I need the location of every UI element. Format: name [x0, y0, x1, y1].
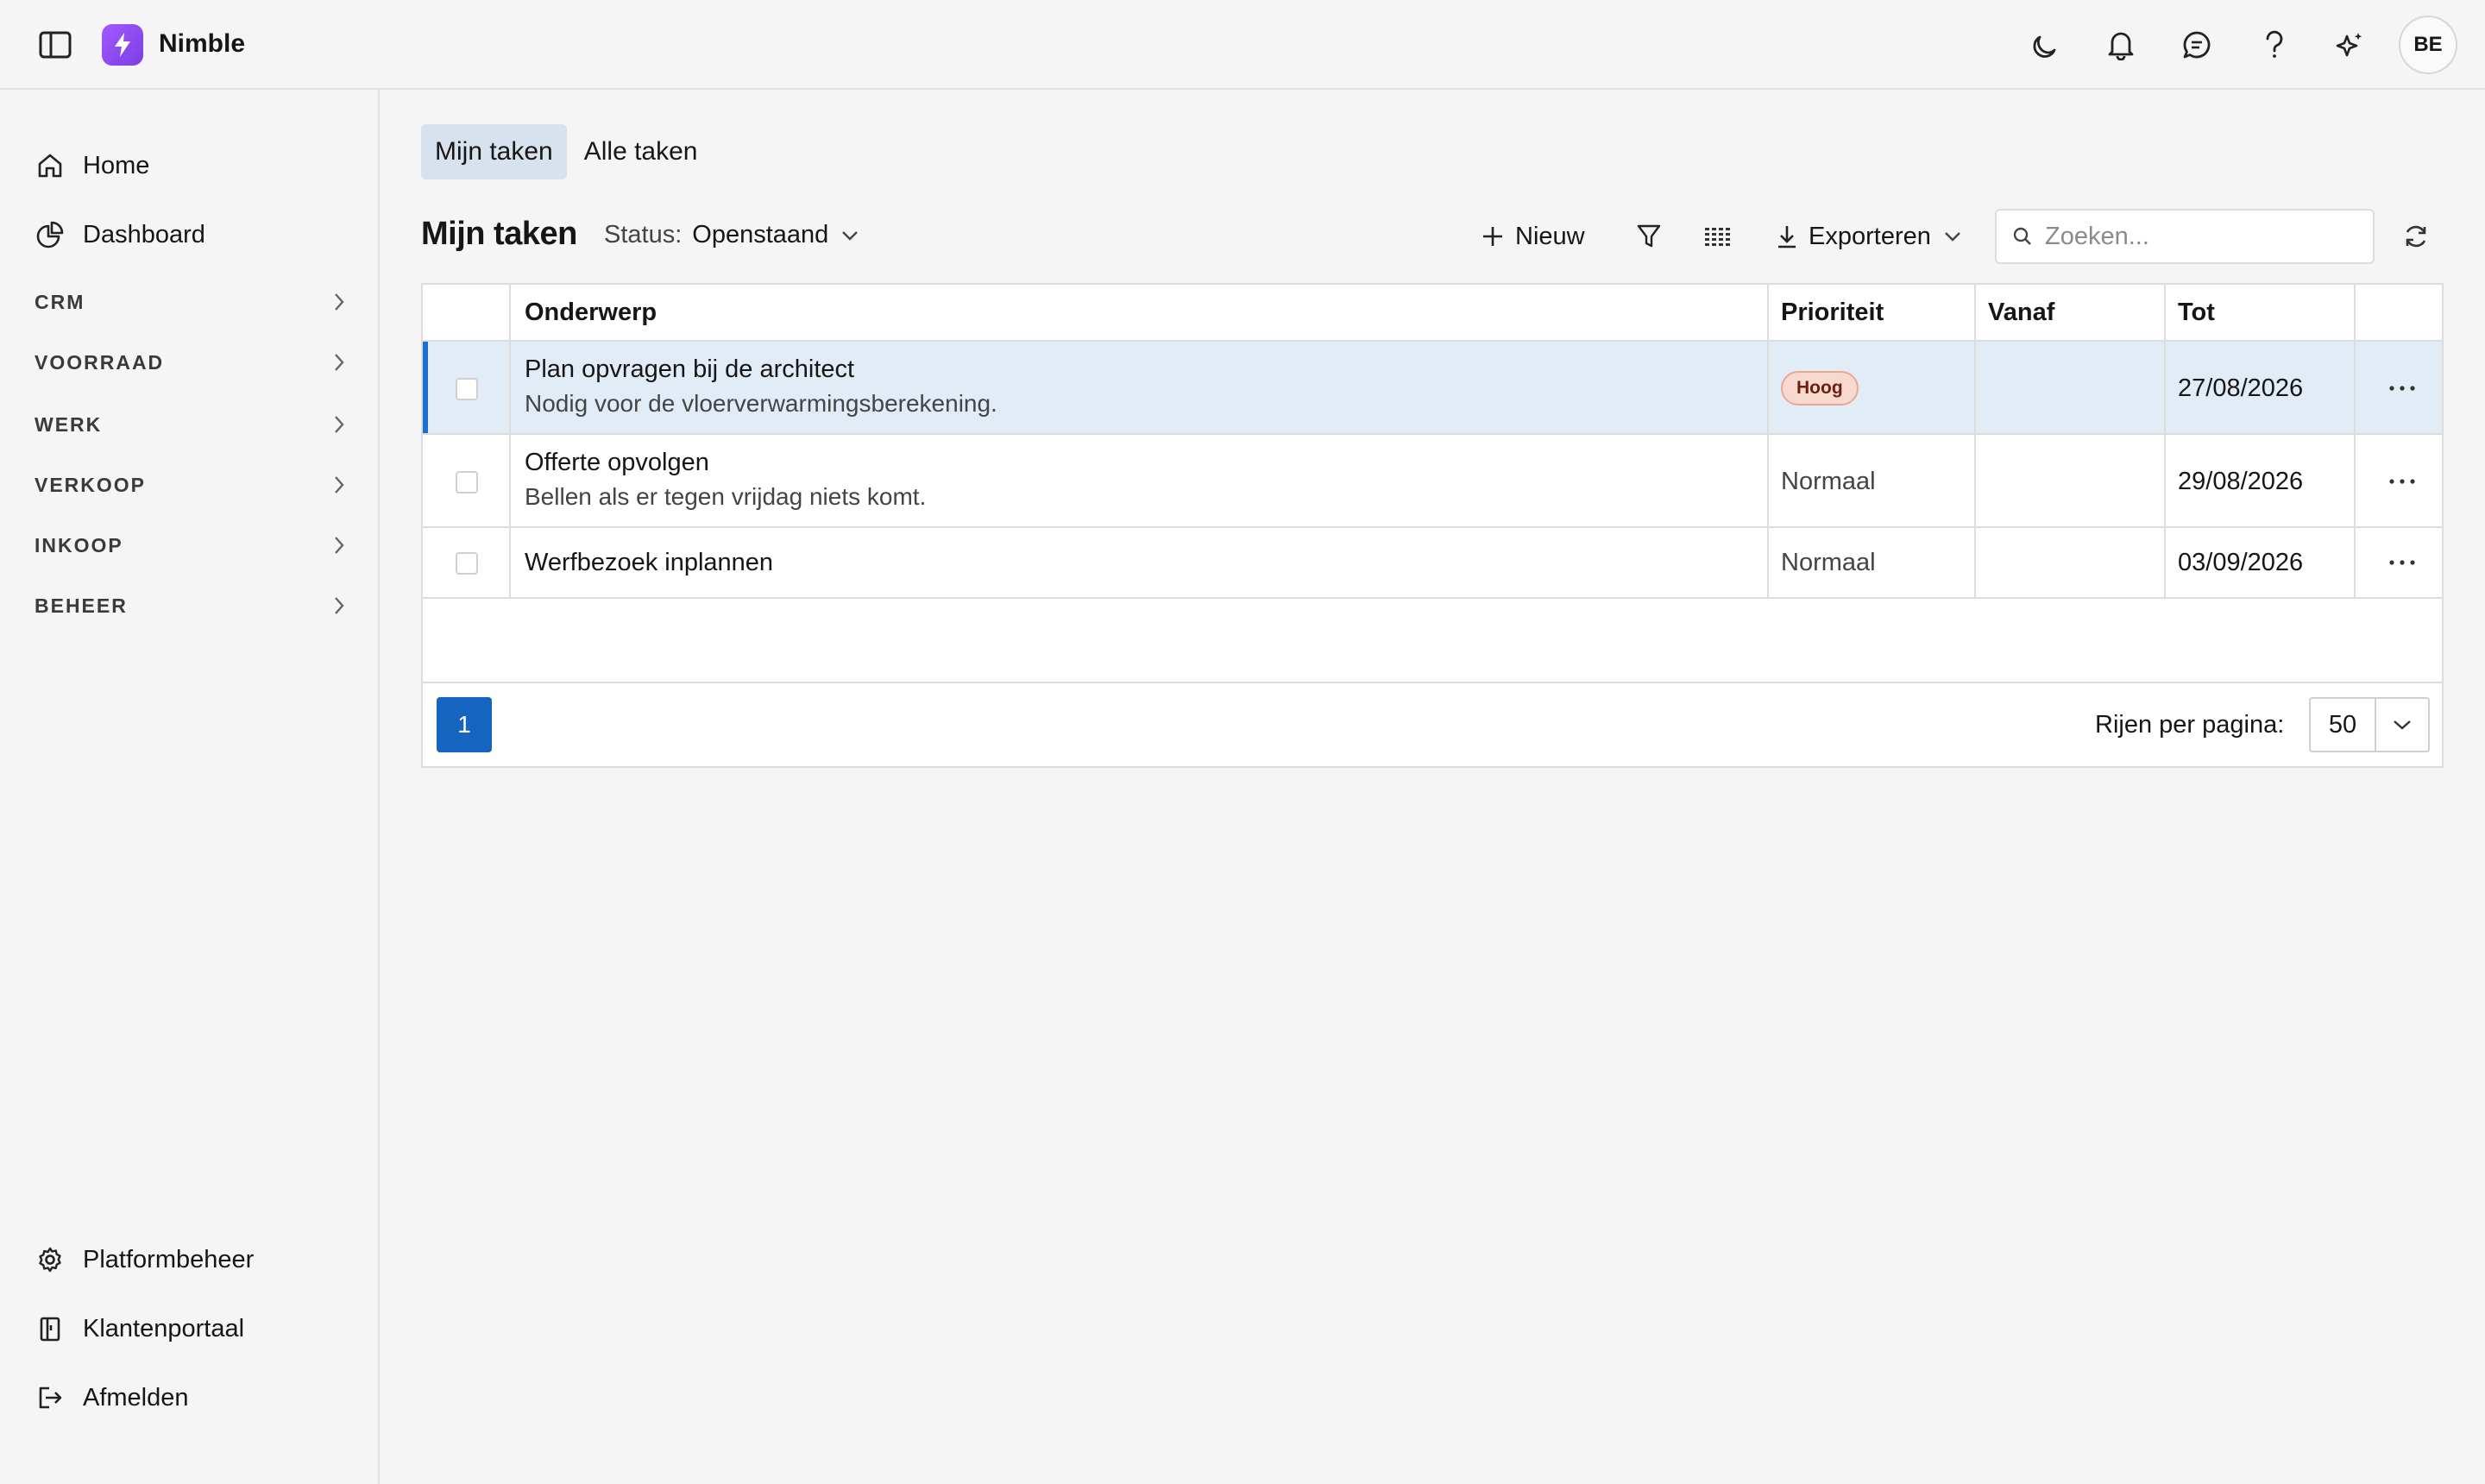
- more-options-icon[interactable]: [2385, 554, 2419, 571]
- sidebar-item-klantenportaal[interactable]: Klantenportaal: [35, 1305, 244, 1353]
- chevron-right-icon: [335, 354, 344, 371]
- status-value: Openstaand: [692, 221, 829, 248]
- table-row[interactable]: Offerte opvolgen Bellen als er tegen vri…: [423, 435, 2442, 528]
- chevron-right-icon: [335, 476, 344, 494]
- plus-icon: [1481, 224, 1505, 248]
- export-button-label: Exporteren: [1809, 222, 1931, 250]
- columns-button[interactable]: [1703, 216, 1731, 257]
- search-input[interactable]: [2045, 222, 2356, 251]
- task-title: Werfbezoek inplannen: [525, 549, 774, 576]
- export-button[interactable]: Exporteren: [1776, 216, 1962, 257]
- filter-icon: [1637, 224, 1661, 248]
- status-label: Status:: [604, 221, 683, 248]
- column-divider: [2164, 285, 2166, 599]
- chevron-down-icon: [1945, 232, 1960, 242]
- row-checkbox[interactable]: [456, 552, 478, 575]
- help-icon[interactable]: [2257, 28, 2292, 62]
- download-icon: [1776, 223, 1798, 249]
- task-description: Nodig voor de vloerverwarmingsberekening…: [525, 390, 997, 417]
- pagination-page-button[interactable]: 1: [437, 697, 492, 752]
- row-checkbox[interactable]: [456, 378, 478, 400]
- sidebar-item-label: Dashboard: [83, 220, 205, 248]
- gear-icon: [35, 1244, 66, 1275]
- new-button-label: Nieuw: [1515, 222, 1585, 250]
- search-icon: [2013, 227, 2031, 245]
- chevron-right-icon: [335, 537, 344, 554]
- sidebar-item-afmelden[interactable]: Afmelden: [35, 1374, 189, 1422]
- refresh-icon[interactable]: [2399, 219, 2433, 254]
- column-header-onderwerp[interactable]: Onderwerp: [511, 285, 657, 340]
- task-due-date: 27/08/2026: [2178, 374, 2304, 402]
- task-due-date: 29/08/2026: [2178, 468, 2304, 495]
- task-priority: Normaal: [1781, 549, 1876, 576]
- new-button[interactable]: Nieuw: [1481, 216, 1585, 257]
- moon-icon[interactable]: [2028, 28, 2062, 62]
- bell-icon[interactable]: [2104, 28, 2138, 62]
- sidebar-item-platformbeheer[interactable]: Platformbeheer: [35, 1236, 254, 1284]
- rows-per-page-value: 50: [2311, 699, 2376, 751]
- task-title: Offerte opvolgen: [525, 449, 709, 476]
- table-header: Onderwerp Prioriteit Vanaf Tot: [423, 285, 2442, 342]
- chevron-right-icon: [335, 597, 344, 614]
- search-box[interactable]: [1995, 209, 2375, 264]
- chevron-down-icon: [2376, 719, 2428, 731]
- table-row[interactable]: Plan opvragen bij de architect Nodig voo…: [423, 342, 2442, 435]
- column-divider: [1767, 285, 1769, 599]
- chevron-down-icon: [842, 230, 859, 241]
- sidebar-section-beheer[interactable]: BEHEER: [35, 587, 345, 625]
- column-header-tot[interactable]: Tot: [2164, 285, 2215, 340]
- sidebar-section-inkoop[interactable]: INKOOP: [35, 526, 345, 564]
- sidebar-item-label: Home: [83, 151, 150, 179]
- top-bar: Nimble BE: [0, 0, 2485, 90]
- sidebar-item-home[interactable]: Home: [35, 141, 149, 190]
- task-due-date: 03/09/2026: [2178, 549, 2304, 576]
- chevron-right-icon: [335, 293, 344, 311]
- chat-icon[interactable]: [2180, 28, 2214, 62]
- rows-per-page-select[interactable]: 50: [2309, 697, 2430, 752]
- task-priority: Normaal: [1781, 468, 1876, 495]
- lightning-icon: [115, 33, 130, 57]
- chevron-right-icon: [335, 416, 344, 433]
- task-title: Plan opvragen bij de architect: [525, 355, 855, 383]
- sidebar-item-label: Afmelden: [83, 1383, 189, 1412]
- sparkle-icon[interactable]: [2333, 28, 2368, 62]
- app-name: Nimble: [159, 29, 246, 58]
- home-icon: [35, 150, 66, 181]
- table-footer-divider: [423, 682, 2442, 683]
- columns-grid-icon: [1705, 228, 1730, 246]
- sidebar-toggle-icon[interactable]: [38, 29, 72, 60]
- table-row[interactable]: Werfbezoek inplannen Normaal 03/09/2026: [423, 528, 2442, 599]
- user-avatar[interactable]: BE: [2399, 16, 2457, 74]
- book-icon: [35, 1313, 66, 1344]
- priority-badge: Hoog: [1781, 371, 1859, 406]
- page-title: Mijn taken: [421, 216, 577, 252]
- logout-icon: [35, 1382, 66, 1413]
- view-tabs: Mijn taken Alle taken: [421, 124, 714, 179]
- tasks-table: Onderwerp Prioriteit Vanaf Tot Plan opvr…: [421, 283, 2444, 768]
- pie-chart-icon: [35, 219, 66, 250]
- tab-alle-taken[interactable]: Alle taken: [570, 124, 712, 179]
- more-options-icon[interactable]: [2385, 473, 2419, 490]
- more-options-icon[interactable]: [2385, 380, 2419, 397]
- sidebar-item-label: Klantenportaal: [83, 1314, 245, 1343]
- app-logo[interactable]: [102, 24, 143, 66]
- row-checkbox[interactable]: [456, 471, 478, 494]
- task-description: Bellen als er tegen vrijdag niets komt.: [525, 483, 927, 510]
- sidebar-section-werk[interactable]: WERK: [35, 406, 345, 443]
- sidebar-item-label: Platformbeheer: [83, 1245, 255, 1273]
- sidebar-section-crm[interactable]: CRM: [35, 283, 345, 321]
- rows-per-page-label: Rijen per pagina:: [2095, 711, 2285, 739]
- sidebar-item-dashboard[interactable]: Dashboard: [35, 211, 205, 259]
- sidebar: Home Dashboard CRM VOORRAAD WERK VERKOOP…: [0, 90, 380, 1484]
- sidebar-section-voorraad[interactable]: VOORRAAD: [35, 343, 345, 381]
- column-header-vanaf[interactable]: Vanaf: [1974, 285, 2054, 340]
- column-header-prioriteit[interactable]: Prioriteit: [1767, 285, 1884, 340]
- sidebar-section-verkoop[interactable]: VERKOOP: [35, 466, 345, 504]
- column-divider: [509, 285, 511, 599]
- filter-button[interactable]: [1636, 216, 1662, 257]
- status-filter[interactable]: Status: Openstaand: [604, 221, 859, 249]
- column-divider: [1974, 285, 1976, 599]
- tab-mijn-taken[interactable]: Mijn taken: [421, 124, 567, 179]
- column-divider: [2354, 285, 2356, 599]
